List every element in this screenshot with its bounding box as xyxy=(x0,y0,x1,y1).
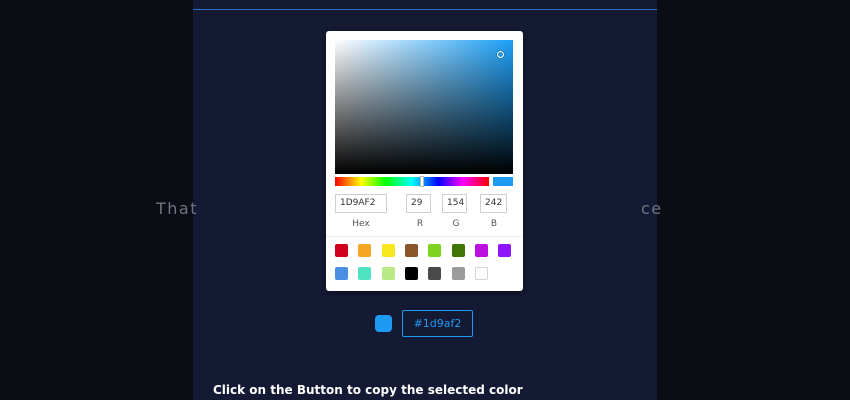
green-input[interactable]: 154 xyxy=(442,194,467,213)
color-swatch[interactable] xyxy=(428,267,442,280)
color-swatch[interactable] xyxy=(428,244,442,257)
selected-color-chip[interactable] xyxy=(375,315,392,332)
color-swatch[interactable] xyxy=(381,244,395,257)
color-swatch[interactable] xyxy=(335,267,348,280)
green-label: G xyxy=(452,219,460,229)
color-swatch[interactable] xyxy=(358,244,372,257)
saturation-handle[interactable] xyxy=(497,51,504,58)
red-label: R xyxy=(416,219,424,229)
hue-slider[interactable] xyxy=(335,176,489,187)
color-swatch[interactable] xyxy=(404,244,418,257)
red-input[interactable]: 29 xyxy=(406,194,431,213)
color-picker-popover: 1D9AF2 29 154 242 Hex R G B xyxy=(326,31,523,291)
instruction-text: Click on the Button to copy the selected… xyxy=(213,383,523,397)
color-swatch[interactable] xyxy=(474,244,488,257)
hex-label: Hex xyxy=(352,219,370,229)
blue-input[interactable]: 242 xyxy=(480,194,507,213)
color-swatch[interactable] xyxy=(474,267,488,280)
background-text-right: ce xyxy=(641,199,663,218)
color-swatch[interactable] xyxy=(451,267,465,280)
copy-color-button[interactable]: #1d9af2 xyxy=(402,310,473,337)
color-swatch[interactable] xyxy=(498,244,512,257)
color-swatch[interactable] xyxy=(358,267,372,280)
color-swatch[interactable] xyxy=(335,244,348,257)
color-swatch[interactable] xyxy=(381,267,395,280)
top-divider xyxy=(193,9,657,10)
color-swatch[interactable] xyxy=(451,244,465,257)
color-swatch[interactable] xyxy=(404,267,418,280)
hue-slider-handle[interactable] xyxy=(420,176,424,187)
blue-label: B xyxy=(490,219,498,229)
color-preview xyxy=(493,177,513,186)
hex-input[interactable]: 1D9AF2 xyxy=(335,194,387,213)
swatch-divider xyxy=(326,236,523,237)
background-text-left: That xyxy=(156,199,198,218)
saturation-area[interactable] xyxy=(335,40,513,174)
